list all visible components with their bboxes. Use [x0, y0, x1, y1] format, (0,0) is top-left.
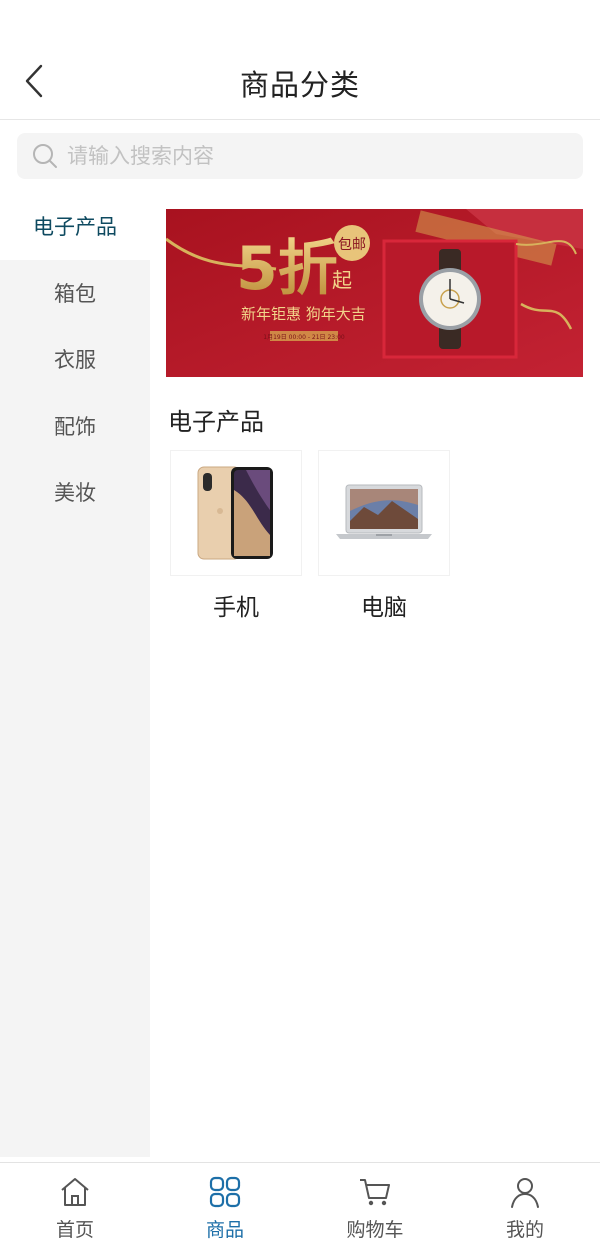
tab-label: 商品: [205, 1219, 244, 1241]
tab-cart[interactable]: 购物车: [300, 1163, 450, 1247]
banner-discount-text: 5折: [236, 234, 338, 304]
promo-banner-art: 5折 包邮 起 新年钜惠 狗年大吉 1月19日 00:00 - 21日 23:0…: [166, 209, 583, 377]
sidebar-item-cosmetics[interactable]: 美妆: [0, 459, 150, 526]
section-title: 电子产品: [168, 408, 264, 436]
sidebar-item-bags[interactable]: 箱包: [0, 260, 150, 327]
sidebar-item-electronics[interactable]: 电子产品: [0, 193, 150, 260]
search-bar[interactable]: [17, 133, 583, 179]
top-navigation-bar: 商品分类: [0, 0, 600, 120]
search-icon: [33, 144, 57, 168]
banner-date-text: 1月19日 00:00 - 21日 23:00: [263, 334, 345, 341]
tab-home[interactable]: 首页: [0, 1163, 150, 1247]
sidebar-item-label: 衣服: [54, 348, 96, 373]
page-title: 商品分类: [239, 68, 360, 102]
sidebar-item-clothes[interactable]: 衣服: [0, 326, 150, 393]
cart-icon: [360, 1179, 390, 1206]
tab-products[interactable]: 商品: [150, 1163, 300, 1247]
search-input[interactable]: [67, 144, 567, 168]
sidebar-item-label: 电子产品: [33, 215, 117, 240]
category-sidebar: 电子产品 箱包 衣服 配饰 美妆: [0, 193, 150, 1157]
tab-label: 我的: [505, 1219, 544, 1241]
sidebar-item-label: 箱包: [54, 281, 96, 306]
banner-qi-text: 起: [332, 268, 352, 292]
promo-banner[interactable]: 5折 包邮 起 新年钜惠 狗年大吉 1月19日 00:00 - 21日 23:0…: [166, 209, 583, 377]
product-laptop[interactable]: 电脑: [318, 450, 450, 628]
tab-label: 首页: [55, 1219, 94, 1241]
product-name: 手机: [213, 595, 259, 621]
tab-profile[interactable]: 我的: [450, 1163, 600, 1247]
home-icon: [61, 1178, 89, 1206]
grid-icon: [209, 1176, 241, 1208]
tab-label: 购物车: [346, 1219, 404, 1241]
banner-slogan-text: 新年钜惠 狗年大吉: [241, 305, 366, 323]
banner-badge-text: 包邮: [338, 237, 366, 253]
product-name: 电脑: [361, 595, 407, 621]
user-icon: [511, 1178, 539, 1208]
product-phone[interactable]: 手机: [170, 450, 302, 628]
sidebar-item-accessories[interactable]: 配饰: [0, 393, 150, 460]
phone-image: [170, 450, 302, 576]
sidebar-item-label: 配饰: [54, 414, 96, 439]
laptop-image: [318, 450, 450, 576]
sidebar-item-label: 美妆: [54, 481, 96, 506]
bottom-tab-bar: 首页 商品 购物车 我的: [0, 1162, 600, 1247]
